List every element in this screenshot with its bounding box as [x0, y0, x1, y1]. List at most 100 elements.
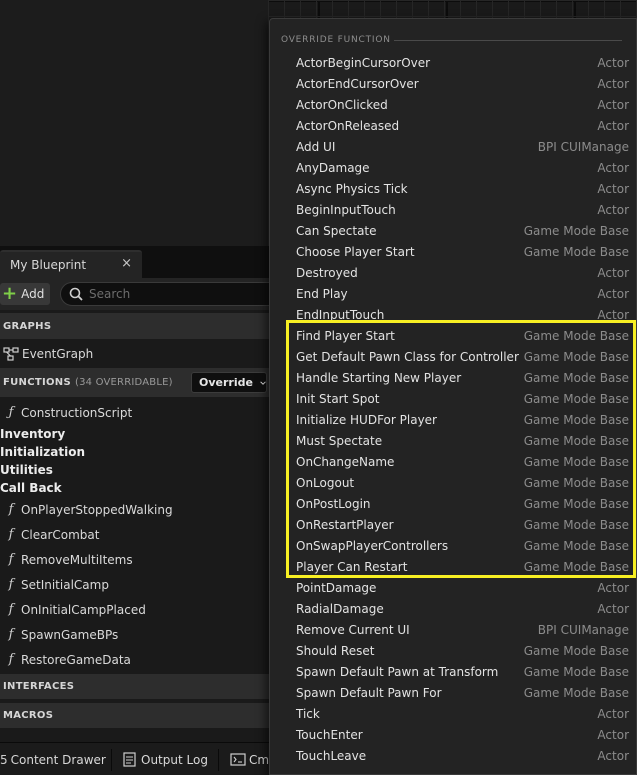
- category-label: Initialization: [0, 445, 86, 459]
- function-item[interactable]: f ClearCombat: [0, 524, 290, 545]
- function-label: OnPlayerStoppedWalking: [21, 502, 173, 517]
- override-item[interactable]: Tick Actor: [271, 703, 637, 724]
- category-initialization[interactable]: Initialization: [0, 443, 200, 461]
- function-name: Init Start Spot: [296, 391, 380, 406]
- function-name: Can Spectate: [296, 223, 377, 238]
- tab-my-blueprint[interactable]: My Blueprint ×: [0, 250, 142, 278]
- content-drawer-label: Content Drawer: [10, 752, 106, 767]
- menu-header: OVERRIDE FUNCTION: [281, 35, 391, 45]
- override-item[interactable]: Should Reset Game Mode Base: [271, 640, 637, 661]
- macros-section-header[interactable]: MACROS: [0, 703, 290, 728]
- close-icon[interactable]: ×: [121, 256, 132, 271]
- function-name: Destroyed: [296, 265, 358, 280]
- function-owner: BPI CUIManage: [537, 622, 629, 637]
- function-item[interactable]: f RestoreGameData: [0, 649, 290, 670]
- search-input[interactable]: [89, 287, 269, 301]
- function-owner: Actor: [597, 118, 629, 133]
- function-item[interactable]: f RemoveMultiItems: [0, 549, 290, 570]
- event-graph-icon: [3, 346, 19, 361]
- override-item[interactable]: Must Spectate Game Mode Base: [271, 430, 637, 451]
- function-icon: f: [8, 627, 14, 642]
- blueprint-toolbar: + Add: [0, 278, 290, 310]
- plus-icon: +: [2, 283, 18, 304]
- category-inventory[interactable]: Inventory: [0, 425, 200, 443]
- override-item[interactable]: ActorBeginCursorOver Actor: [271, 52, 637, 73]
- override-item[interactable]: End Play Actor: [271, 283, 637, 304]
- function-icon: f: [8, 577, 14, 592]
- override-item[interactable]: TouchLeave Actor: [271, 745, 637, 766]
- function-name: PointDamage: [296, 580, 377, 595]
- override-item[interactable]: Handle Starting New Player Game Mode Base: [271, 367, 637, 388]
- override-item[interactable]: Async Physics Tick Actor: [271, 178, 637, 199]
- function-label: ClearCombat: [21, 527, 100, 542]
- override-item[interactable]: Spawn Default Pawn at Transform Game Mode…: [271, 661, 637, 682]
- interfaces-section-header[interactable]: INTERFACES: [0, 674, 290, 699]
- add-button[interactable]: + Add: [0, 283, 50, 305]
- function-owner: Game Mode Base: [523, 412, 629, 427]
- function-name: Player Can Restart: [296, 559, 408, 574]
- override-item[interactable]: TouchEnter Actor: [271, 724, 637, 745]
- override-item[interactable]: OnChangeName Game Mode Base: [271, 451, 637, 472]
- bottom-toolbar: 5 Content Drawer Output Log Cmd: [0, 742, 290, 775]
- function-name: Handle Starting New Player: [296, 370, 462, 385]
- override-button[interactable]: Override: [191, 372, 267, 393]
- functions-section-header[interactable]: FUNCTIONS (34 OVERRIDABLE) Override: [0, 368, 290, 397]
- function-name: BeginInputTouch: [296, 202, 396, 217]
- graphs-section-header[interactable]: GRAPHS: [0, 313, 290, 339]
- function-name: Spawn Default Pawn at Transform: [296, 664, 499, 679]
- override-label: Override: [199, 376, 253, 389]
- function-icon: f: [8, 502, 14, 517]
- override-item[interactable]: OnSwapPlayerControllers Game Mode Base: [271, 535, 637, 556]
- search-box[interactable]: [60, 282, 290, 306]
- override-item[interactable]: Remove Current UI BPI CUIManage: [271, 619, 637, 640]
- override-item[interactable]: EndInputTouch Actor: [271, 304, 637, 325]
- construction-script-item[interactable]: ƒ ConstructionScript: [0, 402, 290, 423]
- function-owner: Game Mode Base: [523, 433, 629, 448]
- override-item[interactable]: Spawn Default Pawn For Game Mode Base: [271, 682, 637, 703]
- override-item[interactable]: Choose Player Start Game Mode Base: [271, 241, 637, 262]
- function-label: SpawnGameBPs: [21, 627, 119, 642]
- override-item[interactable]: Get Default Pawn Class for Controller Gam…: [271, 346, 637, 367]
- override-item[interactable]: ActorOnReleased Actor: [271, 115, 637, 136]
- override-item[interactable]: Player Can Restart Game Mode Base: [271, 556, 637, 577]
- override-item[interactable]: Can Spectate Game Mode Base: [271, 220, 637, 241]
- function-override-icon: ƒ: [8, 405, 14, 420]
- function-item[interactable]: f OnPlayerStoppedWalking: [0, 499, 290, 520]
- function-owner: Game Mode Base: [523, 685, 629, 700]
- override-item[interactable]: Find Player Start Game Mode Base: [271, 325, 637, 346]
- override-function-menu: OVERRIDE FUNCTION ActorBeginCursorOver Ac…: [269, 18, 637, 775]
- override-item[interactable]: Init Start Spot Game Mode Base: [271, 388, 637, 409]
- override-item[interactable]: BeginInputTouch Actor: [271, 199, 637, 220]
- content-drawer-button[interactable]: 5 Content Drawer: [0, 743, 106, 775]
- override-item[interactable]: RadialDamage Actor: [271, 598, 637, 619]
- override-item[interactable]: OnRestartPlayer Game Mode Base: [271, 514, 637, 535]
- output-log-label: Output Log: [141, 752, 208, 767]
- function-name: Choose Player Start: [296, 244, 415, 259]
- override-item[interactable]: Initialize HUDFor Player Game Mode Base: [271, 409, 637, 430]
- override-item[interactable]: OnPostLogin Game Mode Base: [271, 493, 637, 514]
- function-label: RestoreGameData: [21, 652, 131, 667]
- override-item[interactable]: AnyDamage Actor: [271, 157, 637, 178]
- function-name: OnChangeName: [296, 454, 395, 469]
- chevron-down-icon: [260, 380, 266, 385]
- category-utilities[interactable]: Utilities: [0, 461, 200, 479]
- event-graph-item[interactable]: EventGraph: [0, 343, 290, 364]
- function-item[interactable]: f OnInitialCampPlaced: [0, 599, 290, 620]
- function-icon: f: [8, 602, 14, 617]
- function-item[interactable]: f SpawnGameBPs: [0, 624, 290, 645]
- interfaces-title: INTERFACES: [3, 681, 75, 692]
- output-log-button[interactable]: Output Log: [123, 743, 208, 775]
- override-item[interactable]: OnLogout Game Mode Base: [271, 472, 637, 493]
- override-item[interactable]: ActorOnClicked Actor: [271, 94, 637, 115]
- category-call-back[interactable]: Call Back: [0, 479, 200, 497]
- override-item[interactable]: ActorEndCursorOver Actor: [271, 73, 637, 94]
- function-item[interactable]: f SetInitialCamp: [0, 574, 290, 595]
- override-item[interactable]: PointDamage Actor: [271, 577, 637, 598]
- function-owner: Actor: [597, 76, 629, 91]
- function-owner: Actor: [597, 181, 629, 196]
- override-item[interactable]: Destroyed Actor: [271, 262, 637, 283]
- function-name: Remove Current UI: [296, 622, 410, 637]
- override-item[interactable]: Add UI BPI CUIManage: [271, 136, 637, 157]
- function-owner: BPI CUIManage: [537, 139, 629, 154]
- function-owner: Actor: [597, 580, 629, 595]
